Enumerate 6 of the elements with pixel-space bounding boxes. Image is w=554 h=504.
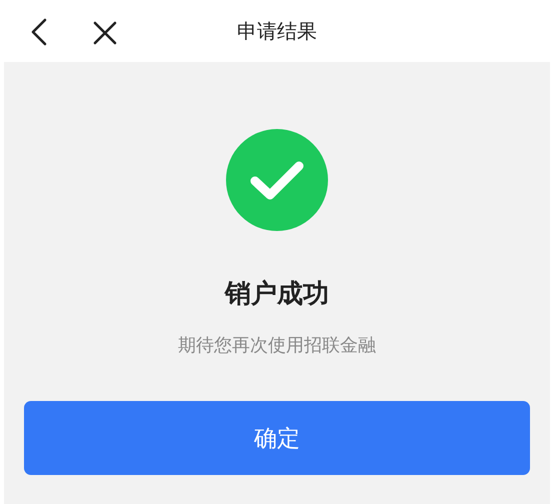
result-title: 销户成功 [225, 278, 329, 311]
confirm-button[interactable]: 确定 [24, 401, 530, 475]
close-icon[interactable] [93, 21, 117, 45]
result-message: 期待您再次使用招联金融 [178, 334, 376, 357]
back-icon[interactable] [29, 17, 49, 47]
page-title: 申请结果 [237, 18, 317, 44]
